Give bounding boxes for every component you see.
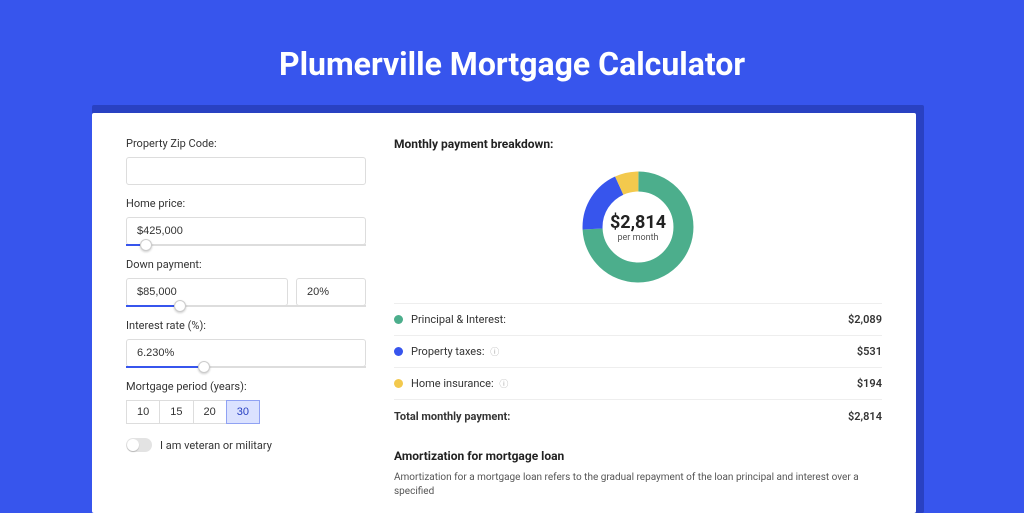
home-price-label: Home price: (126, 197, 366, 210)
donut-center-sub: per month (617, 233, 658, 243)
dot-principal (394, 315, 403, 324)
period-btn-30[interactable]: 30 (226, 400, 260, 424)
legend-val-principal: $2,089 (848, 313, 882, 326)
interest-slider-fill (126, 366, 198, 368)
legend-val-taxes: $531 (857, 345, 882, 358)
period-btn-20[interactable]: 20 (193, 400, 227, 424)
period-btn-10[interactable]: 10 (126, 400, 160, 424)
zip-field: Property Zip Code: (126, 137, 366, 185)
donut-center: $2,814 per month (578, 167, 698, 287)
legend: Principal & Interest: $2,089 Property ta… (394, 303, 882, 433)
down-payment-slider-fill (126, 305, 174, 307)
legend-row-taxes: Property taxes: ⓘ $531 (394, 336, 882, 368)
legend-label-insurance-text: Home insurance: (411, 377, 494, 390)
form-column: Property Zip Code: Home price: Down paym… (126, 137, 366, 513)
veteran-label: I am veteran or military (160, 439, 272, 452)
legend-row-insurance: Home insurance: ⓘ $194 (394, 368, 882, 400)
period-btn-15[interactable]: 15 (159, 400, 193, 424)
home-price-slider-thumb[interactable] (140, 239, 152, 251)
legend-label-taxes-text: Property taxes: (411, 345, 484, 358)
zip-input[interactable] (126, 157, 366, 185)
legend-val-total: $2,814 (848, 410, 882, 423)
dot-taxes (394, 347, 403, 356)
info-icon[interactable]: ⓘ (490, 348, 499, 358)
period-label: Mortgage period (years): (126, 380, 366, 393)
breakdown-title: Monthly payment breakdown: (394, 137, 882, 151)
interest-label: Interest rate (%): (126, 319, 366, 332)
legend-label-insurance: Home insurance: ⓘ (411, 377, 857, 390)
home-price-field: Home price: (126, 197, 366, 246)
amortization-text: Amortization for a mortgage loan refers … (394, 471, 882, 499)
amortization-title: Amortization for mortgage loan (394, 449, 882, 463)
panel-shadow: Property Zip Code: Home price: Down paym… (92, 105, 924, 513)
down-payment-field: Down payment: (126, 258, 366, 307)
interest-slider[interactable] (126, 366, 366, 368)
interest-field: Interest rate (%): (126, 319, 366, 368)
period-group: 10 15 20 30 (126, 400, 366, 424)
donut-center-value: $2,814 (610, 212, 666, 233)
down-payment-label: Down payment: (126, 258, 366, 271)
legend-label-taxes: Property taxes: ⓘ (411, 345, 857, 358)
veteran-row: I am veteran or military (126, 438, 366, 452)
zip-label: Property Zip Code: (126, 137, 366, 150)
calculator-panel: Property Zip Code: Home price: Down paym… (92, 113, 916, 513)
page-title: Plumerville Mortgage Calculator (100, 45, 924, 83)
down-payment-slider[interactable] (126, 305, 366, 307)
breakdown-column: Monthly payment breakdown: $2,814 per mo… (394, 137, 882, 513)
amortization-section: Amortization for mortgage loan Amortizat… (394, 449, 882, 499)
legend-row-total: Total monthly payment: $2,814 (394, 400, 882, 433)
dot-insurance (394, 379, 403, 388)
down-payment-slider-thumb[interactable] (174, 300, 186, 312)
home-price-slider-fill (126, 244, 140, 246)
interest-slider-thumb[interactable] (198, 361, 210, 373)
period-field: Mortgage period (years): 10 15 20 30 (126, 380, 366, 424)
legend-row-principal: Principal & Interest: $2,089 (394, 304, 882, 336)
info-icon[interactable]: ⓘ (499, 380, 508, 390)
interest-input[interactable] (126, 339, 366, 367)
legend-label-total: Total monthly payment: (394, 410, 848, 423)
donut-chart: $2,814 per month (578, 167, 698, 287)
donut-wrap: $2,814 per month (394, 159, 882, 303)
legend-val-insurance: $194 (857, 377, 882, 390)
home-price-slider[interactable] (126, 244, 366, 246)
veteran-toggle[interactable] (126, 438, 152, 452)
home-price-input[interactable] (126, 217, 366, 245)
down-payment-input[interactable] (126, 278, 288, 306)
down-payment-pct-input[interactable] (296, 278, 366, 306)
legend-label-principal: Principal & Interest: (411, 313, 848, 326)
